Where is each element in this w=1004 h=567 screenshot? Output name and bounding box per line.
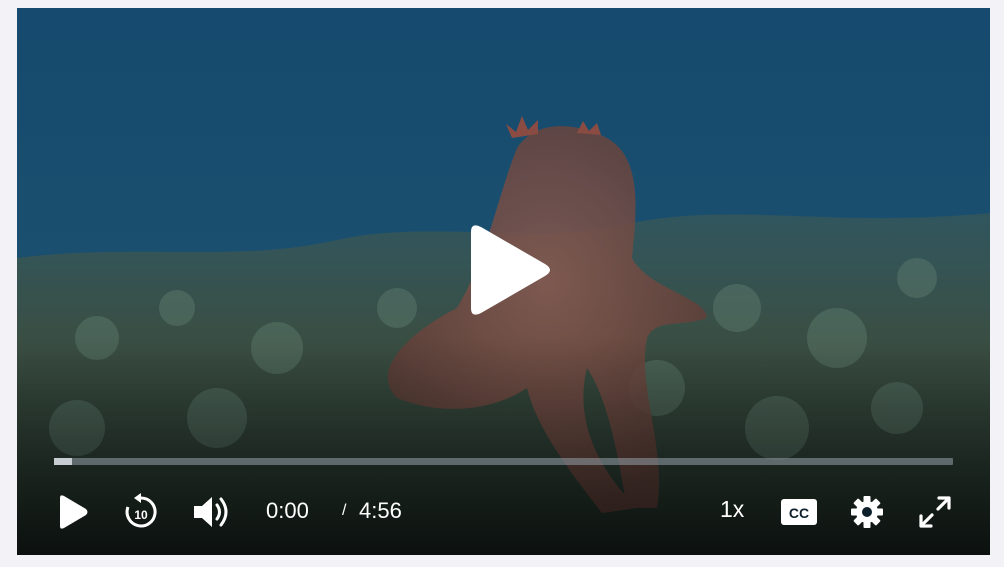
progress-bar[interactable] bbox=[54, 458, 953, 465]
gear-icon bbox=[851, 496, 883, 528]
play-icon bbox=[60, 495, 88, 529]
time-separator: / bbox=[342, 502, 347, 519]
volume-icon bbox=[194, 497, 228, 527]
svg-text:10: 10 bbox=[134, 508, 148, 522]
duration: 4:56 bbox=[359, 498, 402, 523]
play-icon bbox=[471, 225, 550, 315]
current-time: 0:00 bbox=[266, 498, 309, 523]
video-player[interactable]: 10 0:00 / 4:56 1x CC bbox=[17, 8, 990, 555]
rewind-10-button[interactable]: 10 bbox=[121, 492, 161, 532]
progress-fill bbox=[54, 458, 72, 465]
rewind-10-icon: 10 bbox=[125, 493, 157, 528]
big-play-button[interactable] bbox=[457, 214, 567, 334]
settings-button[interactable] bbox=[849, 494, 885, 530]
closed-captions-icon: CC bbox=[781, 499, 817, 525]
volume-button[interactable] bbox=[192, 494, 232, 530]
playback-speed-button[interactable]: 1x bbox=[720, 496, 744, 523]
svg-text:CC: CC bbox=[789, 505, 809, 521]
fullscreen-icon bbox=[919, 496, 951, 528]
fullscreen-button[interactable] bbox=[917, 494, 953, 530]
captions-button[interactable]: CC bbox=[781, 498, 817, 526]
play-button[interactable] bbox=[57, 494, 89, 530]
